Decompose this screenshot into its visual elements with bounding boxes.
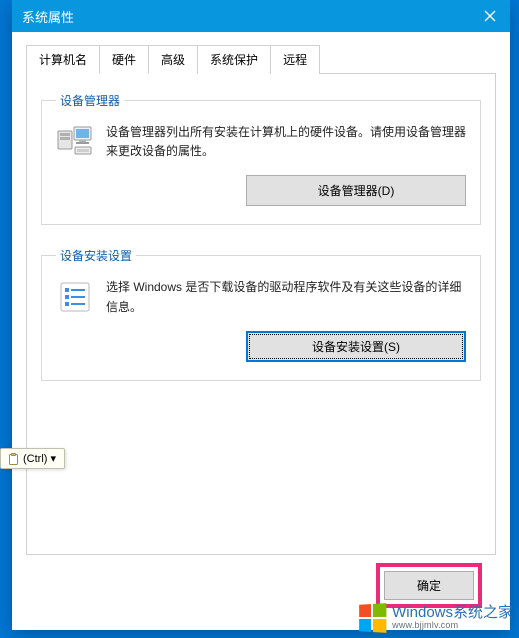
device-manager-button[interactable]: 设备管理器(D) xyxy=(246,175,466,206)
device-install-group: 设备安装设置 选择 Windows 是否下载设备的驱动程 xyxy=(41,247,481,380)
device-install-icon xyxy=(56,278,94,316)
device-install-legend: 设备安装设置 xyxy=(56,247,136,264)
device-manager-legend: 设备管理器 xyxy=(56,92,124,109)
clipboard-icon xyxy=(7,453,19,465)
watermark-sub: www.bjjmlv.com xyxy=(392,621,513,630)
device-manager-group: 设备管理器 xyxy=(41,92,481,225)
tab-computer-name[interactable]: 计算机名 xyxy=(26,45,100,74)
tab-hardware[interactable]: 硬件 xyxy=(99,45,149,74)
tab-panel-hardware: 设备管理器 xyxy=(26,74,496,555)
ctrl-tooltip-label: (Ctrl) ▾ xyxy=(23,452,56,465)
ctrl-paste-tooltip[interactable]: (Ctrl) ▾ xyxy=(0,448,65,469)
device-install-settings-button[interactable]: 设备安装设置(S) xyxy=(246,331,466,362)
watermark-main: Windows系统之家 xyxy=(392,605,513,621)
tab-system-protection[interactable]: 系统保护 xyxy=(197,45,271,74)
device-manager-desc: 设备管理器列出所有安装在计算机上的硬件设备。请使用设备管理器来更改设备的属性。 xyxy=(106,123,466,161)
watermark: Windows系统之家 www.bjjmlv.com xyxy=(358,604,513,632)
windows-logo-icon xyxy=(359,603,386,633)
dialog-content: 计算机名 硬件 高级 系统保护 远程 设备管理器 xyxy=(12,32,510,630)
close-button[interactable] xyxy=(470,0,510,32)
close-icon xyxy=(484,10,496,22)
tab-remote[interactable]: 远程 xyxy=(270,45,320,74)
device-manager-icon xyxy=(56,123,94,161)
system-properties-dialog: 系统属性 计算机名 硬件 高级 系统保护 远程 设备管理器 xyxy=(12,0,510,630)
ok-highlight-annotation: 确定 xyxy=(376,563,482,608)
device-install-desc: 选择 Windows 是否下载设备的驱动程序软件及有关这些设备的详细信息。 xyxy=(106,278,466,316)
tab-strip: 计算机名 硬件 高级 系统保护 远程 xyxy=(26,44,496,74)
tab-advanced[interactable]: 高级 xyxy=(148,45,198,74)
ok-button[interactable]: 确定 xyxy=(384,571,474,600)
titlebar[interactable]: 系统属性 xyxy=(12,0,510,32)
window-title: 系统属性 xyxy=(22,7,470,26)
